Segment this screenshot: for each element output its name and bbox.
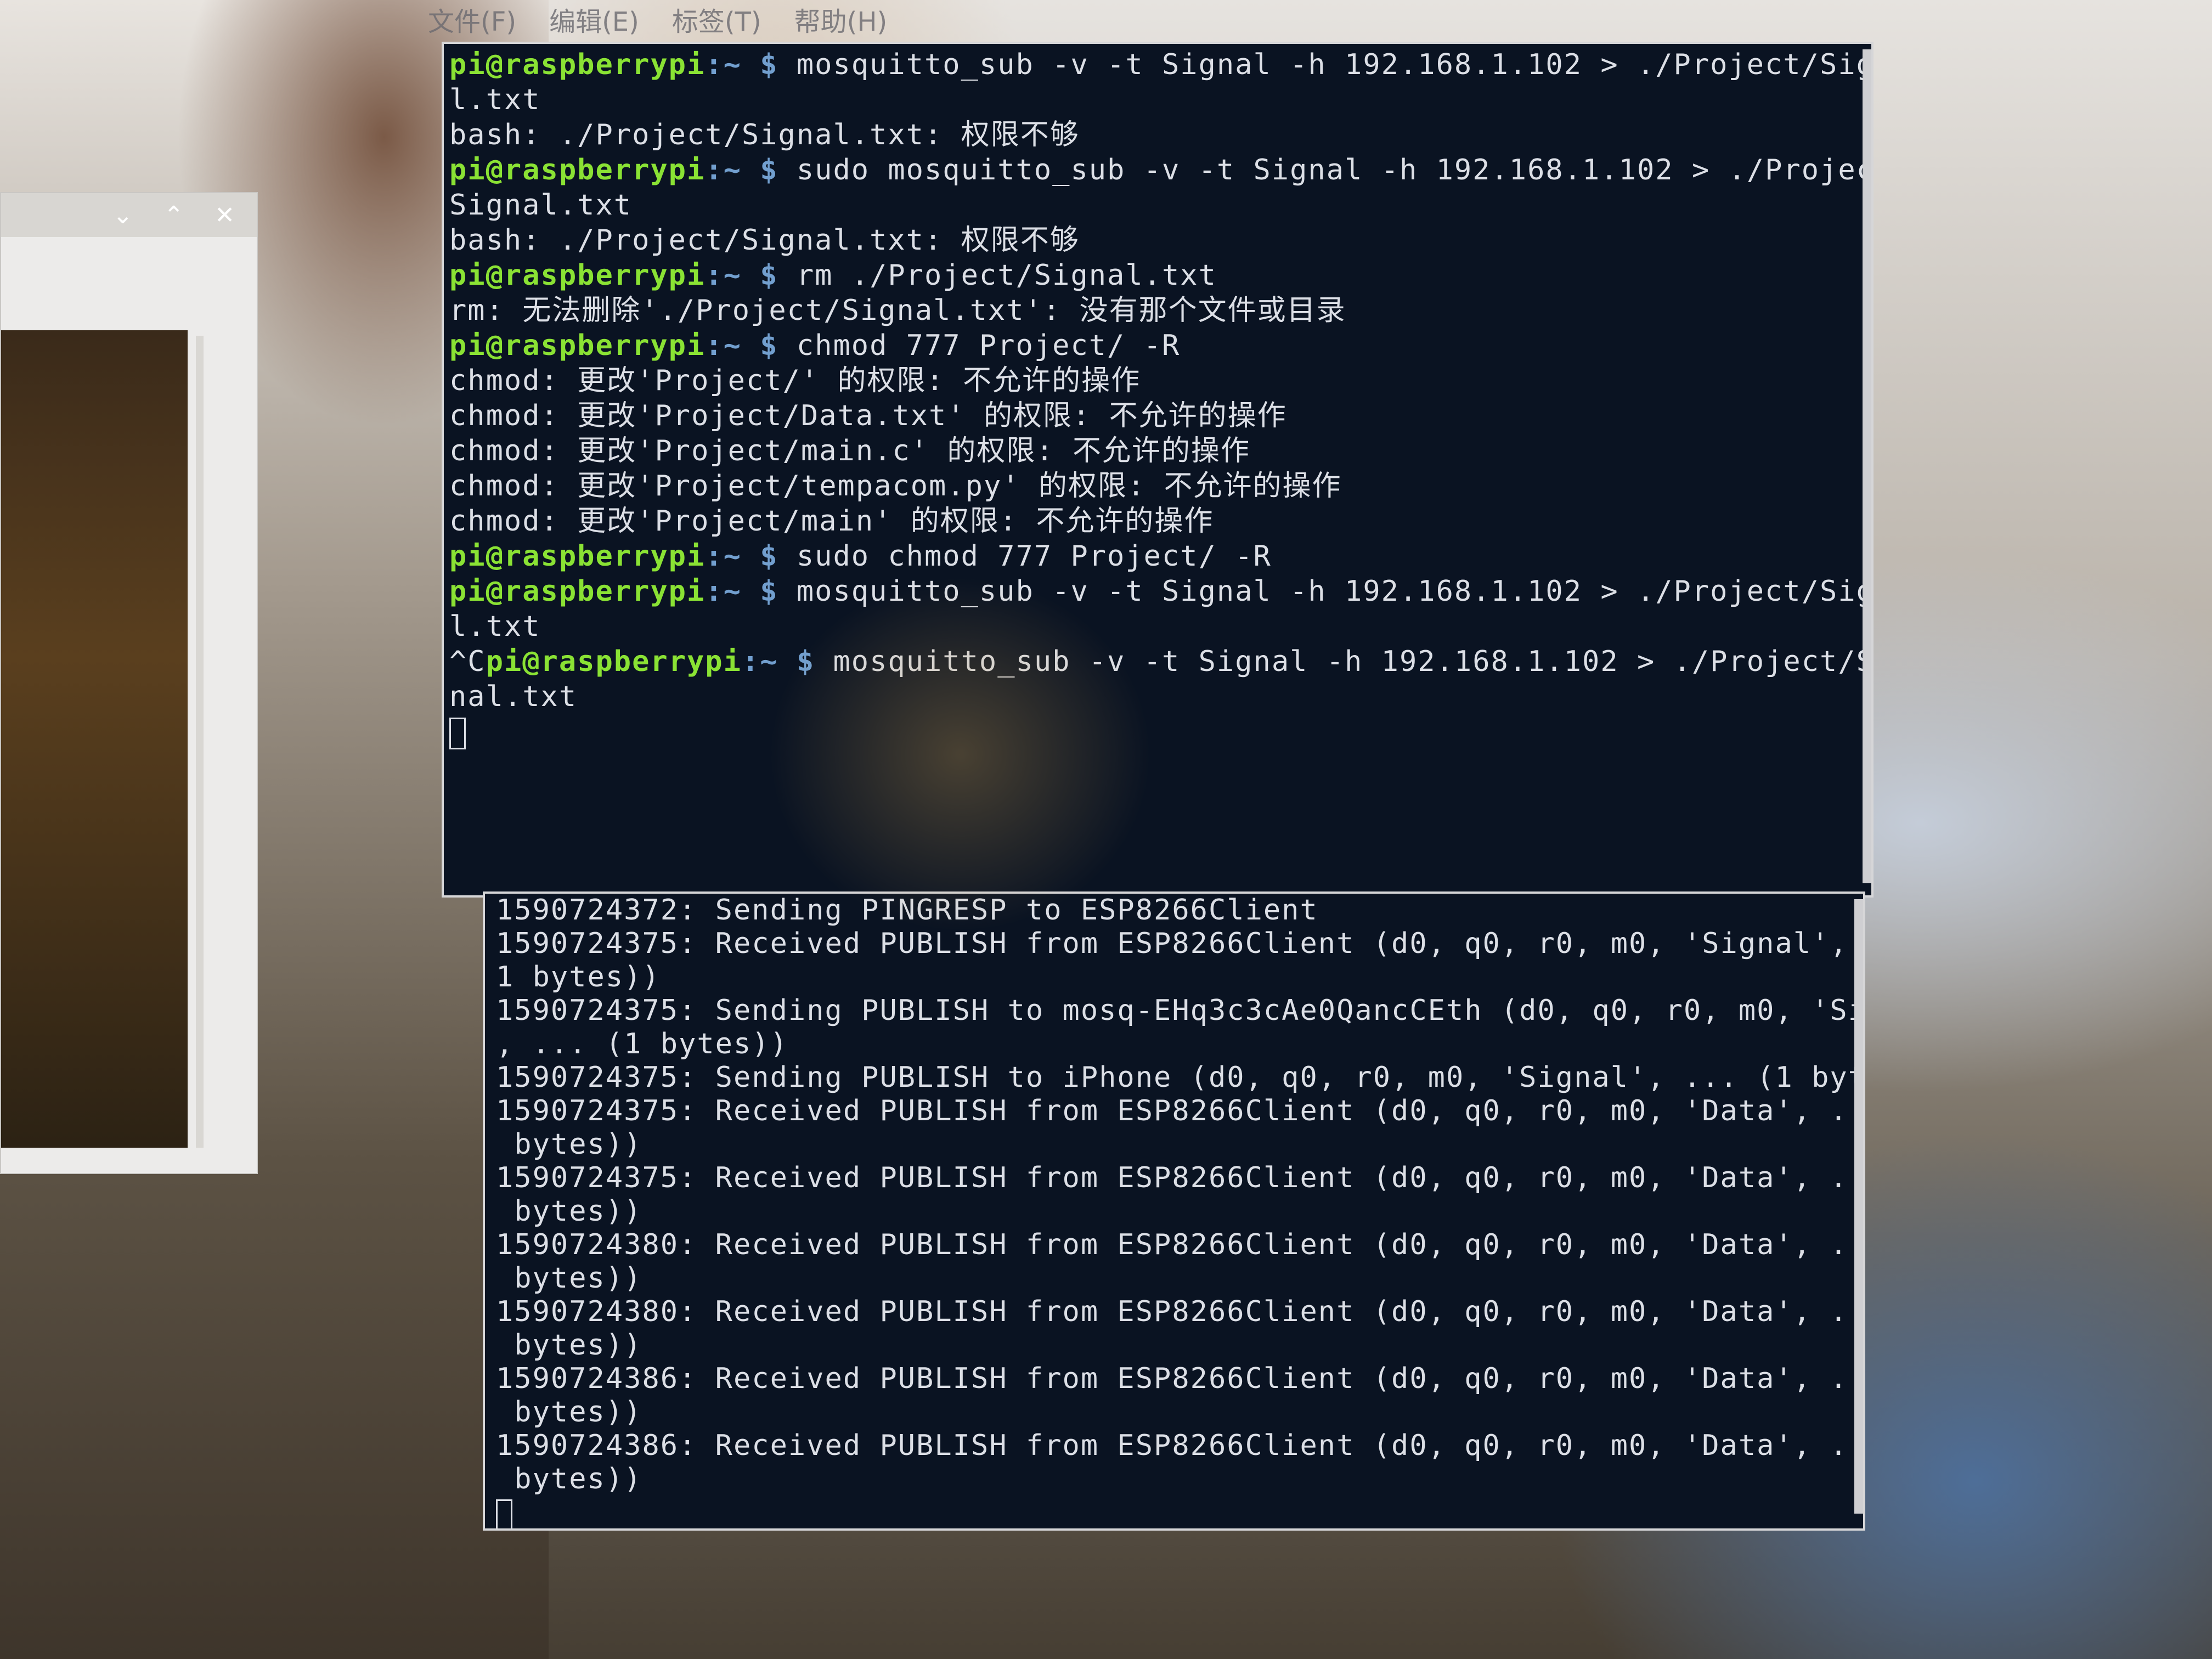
terminal-line: chmod: 更改'Project/tempacom.py' 的权限: 不允许的… (449, 470, 1342, 503)
log-line: bytes)) (496, 1463, 642, 1496)
terminal-line: pi@raspberrypi:~ $ mosquitto_sub -v -t S… (449, 47, 1871, 82)
prompt-path: :~ $ (741, 645, 815, 678)
terminal-menubar: 文件(F) 编辑(E) 标签(T) 帮助(H) (428, 0, 887, 38)
terminal-line: bash: ./Project/Signal.txt: 权限不够 (449, 224, 1080, 257)
terminal-line: l.txt (449, 83, 541, 116)
terminal-line: nal.txt (449, 680, 578, 713)
log-line: 1590724386: Received PUBLISH from ESP826… (496, 1429, 1865, 1462)
prompt-path: :~ $ (705, 259, 778, 292)
prompt-user: pi@raspberrypi (449, 575, 706, 608)
terminal-line: l.txt (449, 610, 541, 643)
terminal-top-scrollbar[interactable] (1863, 49, 1871, 883)
log-line: bytes)) (496, 1329, 642, 1362)
terminal-line: chmod: 更改'Project/main.c' 的权限: 不允许的操作 (449, 435, 1250, 467)
prompt-user: pi@raspberrypi (449, 329, 706, 362)
terminal-top-output: pi@raspberrypi:~ $ mosquitto_sub -v -t S… (449, 47, 1871, 714)
side-window-content (1, 330, 188, 1148)
prompt-path: :~ $ (705, 575, 778, 608)
terminal-line: Signal.txt (449, 189, 633, 222)
side-window: ⌄ ⌃ ✕ (0, 192, 258, 1174)
prompt-user: pi@raspberrypi (486, 645, 742, 678)
terminal-bottom-scrollbar[interactable] (1854, 899, 1863, 1514)
menu-file[interactable]: 文件(F) (428, 0, 516, 38)
terminal-line: pi@raspberrypi:~ $ mosquitto_sub -v -t S… (449, 574, 1871, 609)
terminal-line: pi@raspberrypi:~ $ rm ./Project/Signal.t… (449, 258, 1866, 293)
terminal-cursor (449, 718, 466, 749)
terminal-line: rm: 无法删除'./Project/Signal.txt': 没有那个文件或目… (449, 294, 1346, 327)
prompt-path: :~ $ (705, 540, 778, 573)
log-line: bytes)) (496, 1262, 642, 1295)
terminal-line: ^Cpi@raspberrypi:~ $ mosquitto_sub -v -t… (449, 644, 1871, 679)
command-text: sudo chmod 777 Project/ -R (778, 540, 1272, 573)
terminal-bottom[interactable]: 1590724372: Sending PINGRESP to ESP8266C… (483, 891, 1865, 1531)
prompt-user: pi@raspberrypi (449, 48, 706, 81)
prompt-path: :~ $ (705, 154, 778, 187)
terminal-line: pi@raspberrypi:~ $ sudo chmod 777 Projec… (449, 539, 1866, 574)
terminal-cursor-bottom (496, 1499, 512, 1528)
log-line: 1590724372: Sending PINGRESP to ESP8266C… (496, 894, 1318, 927)
side-window-titlebar: ⌄ ⌃ ✕ (1, 193, 257, 237)
command-text: mosquitto_sub -v -t Signal -h 192.168.1.… (778, 48, 1874, 81)
log-line: 1590724375: Received PUBLISH from ESP826… (496, 1161, 1865, 1194)
terminal-top[interactable]: pi@raspberrypi:~ $ mosquitto_sub -v -t S… (442, 42, 1874, 898)
log-line: 1590724386: Received PUBLISH from ESP826… (496, 1362, 1865, 1395)
menu-edit[interactable]: 编辑(E) (549, 0, 639, 38)
log-line: bytes)) (496, 1128, 642, 1161)
log-line: 1 bytes)) (496, 961, 661, 994)
log-line: , ... (1 bytes)) (496, 1028, 788, 1060)
prompt-user: pi@raspberrypi (449, 259, 706, 292)
prompt-path: :~ $ (705, 48, 778, 81)
log-line: 1590724375: Received PUBLISH from ESP826… (496, 927, 1865, 960)
interrupt-marker: ^C (449, 645, 486, 678)
log-line: 1590724375: Received PUBLISH from ESP826… (496, 1094, 1865, 1127)
log-line: 1590724380: Received PUBLISH from ESP826… (496, 1295, 1865, 1328)
command-text: chmod 777 Project/ -R (778, 329, 1181, 362)
prompt-path: :~ $ (705, 329, 778, 362)
log-line: 1590724380: Received PUBLISH from ESP826… (496, 1228, 1865, 1261)
command-text: mosquitto_sub -v -t Signal -h 192.168.1.… (778, 575, 1874, 608)
log-line: bytes)) (496, 1396, 642, 1429)
prompt-user: pi@raspberrypi (449, 154, 706, 187)
command-text: mosquitto_sub -v -t Signal -h 192.168.1.… (815, 645, 1874, 678)
terminal-line: chmod: 更改'Project/' 的权限: 不允许的操作 (449, 364, 1141, 397)
close-icon[interactable]: ✕ (215, 201, 235, 229)
terminal-line: pi@raspberrypi:~ $ chmod 777 Project/ -R (449, 328, 1866, 363)
menu-tabs[interactable]: 标签(T) (672, 0, 761, 38)
command-text: sudo mosquitto_sub -v -t Signal -h 192.1… (778, 154, 1874, 187)
side-window-scrollbar[interactable] (196, 336, 204, 1148)
log-line: 1590724375: Sending PUBLISH to mosq-EHq3… (496, 994, 1865, 1027)
terminal-line: pi@raspberrypi:~ $ sudo mosquitto_sub -v… (449, 153, 1871, 188)
log-line: bytes)) (496, 1195, 642, 1228)
prompt-user: pi@raspberrypi (449, 540, 706, 573)
menu-help[interactable]: 帮助(H) (794, 0, 888, 38)
terminal-line: chmod: 更改'Project/main' 的权限: 不允许的操作 (449, 505, 1214, 538)
maximize-icon[interactable]: ⌃ (163, 201, 184, 229)
log-line: 1590724375: Sending PUBLISH to iPhone (d… (496, 1061, 1865, 1094)
minimize-icon[interactable]: ⌄ (112, 201, 133, 229)
terminal-bottom-output: 1590724372: Sending PINGRESP to ESP8266C… (496, 894, 1865, 1496)
command-text: rm ./Project/Signal.txt (778, 259, 1217, 292)
terminal-line: chmod: 更改'Project/Data.txt' 的权限: 不允许的操作 (449, 399, 1287, 432)
terminal-line: bash: ./Project/Signal.txt: 权限不够 (449, 119, 1080, 151)
